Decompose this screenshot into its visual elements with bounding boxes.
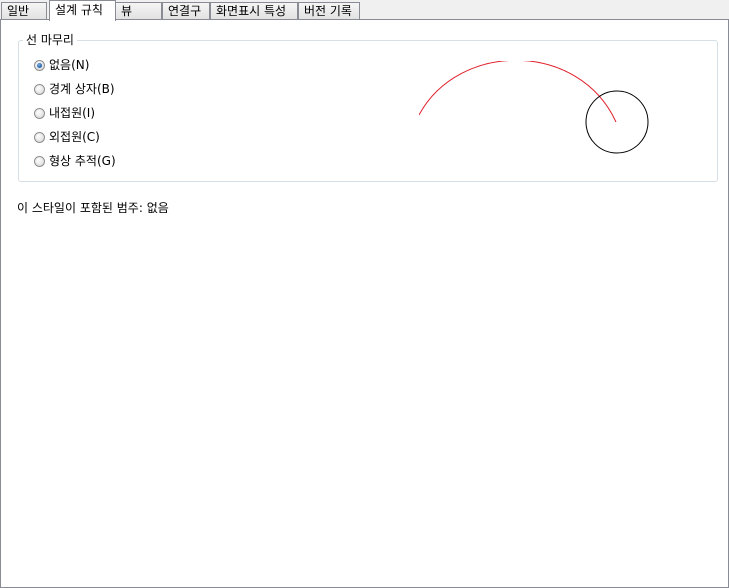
tab-design-rules-label: 설계 규칙 (55, 3, 103, 17)
line-ending-preview (419, 61, 649, 154)
preview-end-circle (585, 90, 649, 154)
tab-display-properties[interactable]: 화면표시 특성 (210, 2, 298, 19)
tab-display-properties-label: 화면표시 특성 (216, 4, 287, 18)
radio-inscribed-circle[interactable]: 내접원(I) (34, 104, 95, 122)
line-ending-group: 선 마무리 없음(N) 경계 상자(B) 내접원(I) 외접원(C) 형상 추적… (18, 33, 718, 182)
radio-none-label[interactable]: 없음(N) (49, 56, 89, 74)
preview-arc-line (419, 61, 617, 123)
tab-view-label: 뷰 (121, 4, 133, 18)
radio-circumscribed-circle[interactable]: 외접원(C) (34, 128, 100, 146)
category-info: 이 스타일이 포함된 범주: 없음 (17, 200, 169, 216)
radio-shape-trace-button[interactable] (34, 155, 45, 167)
category-value: 없음 (146, 201, 169, 215)
radio-inscribed-circle-label[interactable]: 내접원(I) (49, 104, 95, 122)
tab-connectors-label: 연결구 (168, 4, 202, 18)
category-label: 이 스타일이 포함된 범주: (17, 201, 143, 215)
tab-design-rules[interactable]: 설계 규칙 (49, 0, 116, 21)
radio-circumscribed-circle-label[interactable]: 외접원(C) (49, 128, 100, 146)
tab-view[interactable]: 뷰 (115, 2, 162, 19)
tab-general[interactable]: 일반 (1, 2, 47, 19)
radio-shape-trace[interactable]: 형상 추적(G) (34, 152, 116, 170)
radio-circumscribed-circle-button[interactable] (34, 131, 45, 143)
radio-bounding-box-button[interactable] (34, 83, 45, 95)
radio-bounding-box[interactable]: 경계 상자(B) (34, 80, 115, 98)
line-ending-group-title: 선 마무리 (23, 33, 77, 48)
design-rules-panel: 선 마무리 없음(N) 경계 상자(B) 내접원(I) 외접원(C) 형상 추적… (0, 19, 729, 588)
tab-version-history-label: 버전 기록 (304, 4, 352, 18)
radio-shape-trace-label[interactable]: 형상 추적(G) (49, 152, 116, 170)
radio-none[interactable]: 없음(N) (34, 56, 89, 74)
tab-connectors[interactable]: 연결구 (162, 2, 210, 19)
tab-strip: 일반 설계 규칙 뷰 연결구 화면표시 특성 버전 기록 (0, 0, 729, 21)
radio-none-button[interactable] (34, 59, 45, 71)
tab-version-history[interactable]: 버전 기록 (298, 2, 360, 19)
radio-bounding-box-label[interactable]: 경계 상자(B) (49, 80, 115, 98)
tab-general-label: 일반 (7, 4, 30, 18)
radio-inscribed-circle-button[interactable] (34, 107, 45, 119)
